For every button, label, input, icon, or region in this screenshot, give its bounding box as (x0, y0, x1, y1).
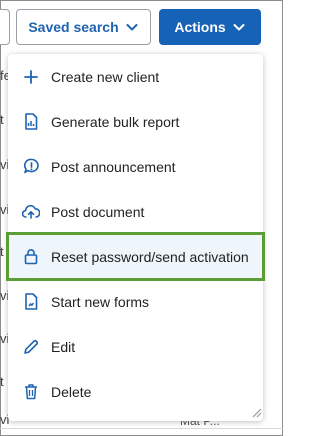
menu-item-label: Post announcement (51, 158, 176, 175)
menu-item-label: Delete (51, 383, 92, 400)
lock-icon (22, 248, 40, 266)
bg-text-fragment: t (0, 244, 4, 259)
menu-item-reset-password[interactable]: Reset password/send activation (6, 232, 265, 281)
forms-icon (22, 293, 40, 311)
menu-item-post-document[interactable]: Post document (8, 189, 263, 234)
plus-icon (22, 68, 40, 86)
report-icon (22, 113, 40, 131)
actions-label: Actions (174, 19, 226, 35)
partial-toolbar-button[interactable] (0, 9, 10, 45)
pencil-icon (22, 338, 40, 356)
bg-text-fragment: t (0, 112, 4, 127)
menu-item-post-announcement[interactable]: Post announcement (8, 144, 263, 189)
bg-divider (0, 428, 283, 429)
cloud-upload-icon (22, 203, 40, 221)
menu-item-label: Post document (51, 203, 145, 220)
menu-item-label: Create new client (51, 68, 160, 85)
menu-item-generate-bulk-report[interactable]: Generate bulk report (8, 99, 263, 144)
menu-item-edit[interactable]: Edit (8, 324, 263, 369)
menu-item-label: Start new forms (51, 293, 150, 310)
actions-menu: Create new client Generate bulk report P… (6, 54, 265, 421)
chevron-down-icon (233, 24, 245, 31)
menu-item-start-new-forms[interactable]: Start new forms (8, 279, 263, 324)
chevron-down-icon (126, 24, 138, 31)
saved-search-button[interactable]: Saved search (16, 9, 151, 45)
menu-item-delete[interactable]: Delete (8, 369, 263, 414)
menu-item-create-new-client[interactable]: Create new client (8, 54, 263, 99)
saved-search-label: Saved search (28, 19, 119, 35)
actions-button[interactable]: Actions (159, 9, 261, 45)
menu-item-label: Generate bulk report (51, 113, 180, 130)
trash-icon (22, 383, 40, 401)
menu-item-label: Edit (51, 338, 76, 355)
resize-handle-icon[interactable] (252, 408, 262, 418)
announcement-icon (22, 158, 40, 176)
bg-text-fragment: t (0, 374, 4, 389)
menu-item-label: Reset password/send activation (51, 248, 249, 265)
